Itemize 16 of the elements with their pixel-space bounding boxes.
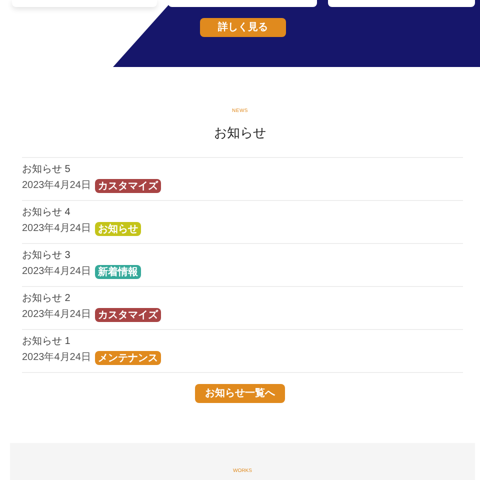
section-title: お知らせ <box>214 124 266 142</box>
news-date: 2023年4月24日 <box>22 310 91 320</box>
news-tag: カスタマイズ <box>94 308 161 322</box>
news-tag: カスタマイズ <box>94 179 161 193</box>
news-title[interactable]: お知らせ 5 <box>22 165 463 175</box>
news-tag: メンテナンス <box>94 351 161 365</box>
news-title[interactable]: お知らせ 1 <box>22 337 463 347</box>
news-date: 2023年4月24日 <box>22 181 91 191</box>
news-date: 2023年4月24日 <box>22 224 91 234</box>
news-title[interactable]: お知らせ 3 <box>22 251 463 261</box>
news-title[interactable]: お知らせ 2 <box>22 294 463 304</box>
news-date: 2023年4月24日 <box>22 267 91 277</box>
news-tag: 新着情報 <box>94 265 141 279</box>
news-tag: お知らせ <box>94 222 141 236</box>
news-date: 2023年4月24日 <box>22 353 91 363</box>
news-title[interactable]: お知らせ 4 <box>22 208 463 218</box>
